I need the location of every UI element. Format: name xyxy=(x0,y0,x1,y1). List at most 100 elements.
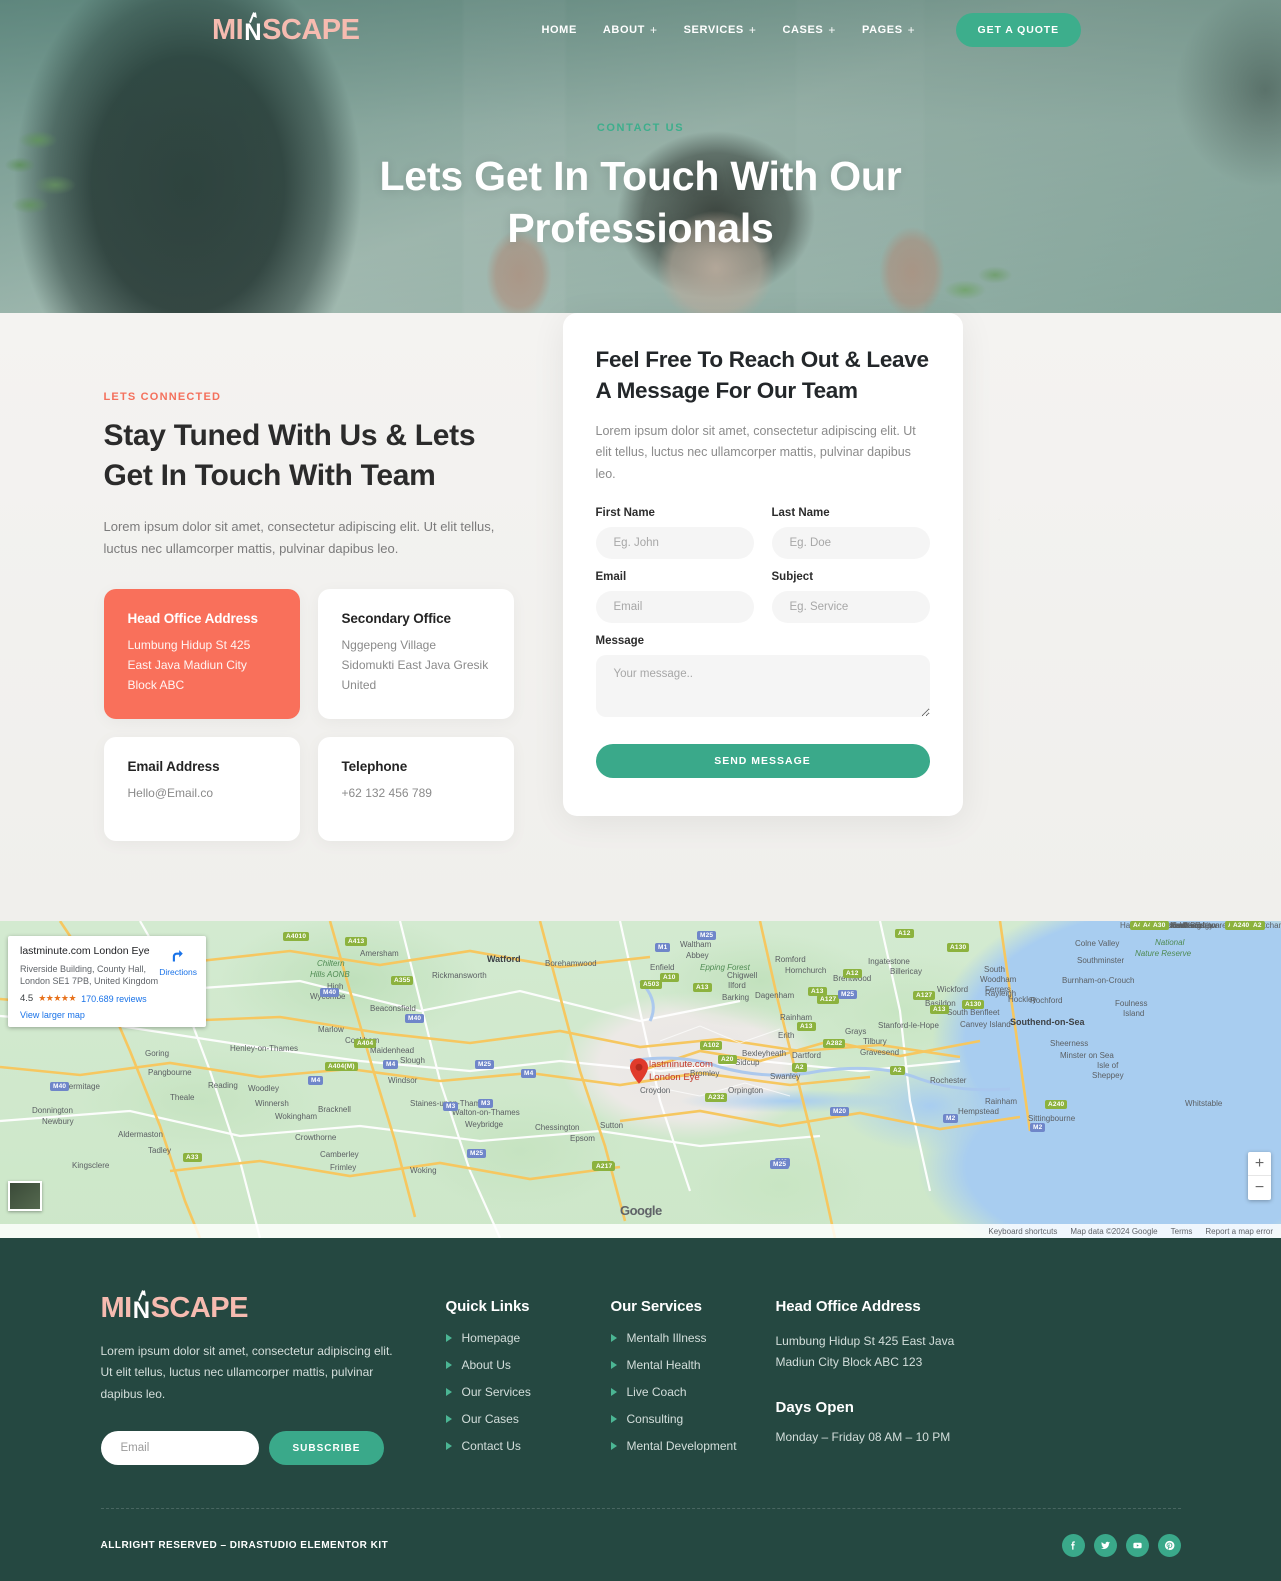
card-text: Lumbung Hidup St 425 East Java Madiun Ci… xyxy=(127,637,251,692)
caret-right-icon xyxy=(610,1388,617,1396)
footer-service-mental-development[interactable]: Mental Development xyxy=(610,1439,776,1453)
map-place-label: Croydon xyxy=(640,1086,671,1095)
get-a-quote-button[interactable]: GET A QUOTE xyxy=(955,13,1081,47)
facebook-icon xyxy=(1070,1540,1075,1550)
map-place-label: Hornchurch xyxy=(785,966,827,975)
card-title: Email Address xyxy=(127,758,220,774)
first-name-input[interactable] xyxy=(595,527,754,560)
directions-button[interactable]: Directions xyxy=(159,948,197,977)
logo-text-part2: SCAPE xyxy=(262,13,360,46)
social-youtube[interactable] xyxy=(1125,1533,1149,1557)
twitter-icon xyxy=(1100,1541,1110,1549)
card-text: +62 132 456 789 xyxy=(341,785,432,800)
nav-item-cases[interactable]: CASES + xyxy=(782,23,836,37)
map-place-label: Erith xyxy=(778,1031,795,1040)
footer-service-consulting[interactable]: Consulting xyxy=(610,1412,776,1426)
map-place-label: Hempstead xyxy=(958,1107,999,1116)
keyboard-shortcuts-link[interactable]: Keyboard shortcuts xyxy=(988,1227,1057,1236)
nav-item-about[interactable]: ABOUT + xyxy=(603,23,658,37)
nav-item-home[interactable]: HOME xyxy=(541,24,576,36)
subscribe-button[interactable]: SUBSCRIBE xyxy=(268,1431,385,1466)
map-road-shield: M25 xyxy=(467,1149,487,1158)
social-twitter[interactable] xyxy=(1093,1533,1117,1557)
map-place-label: Whitstable xyxy=(1185,1099,1223,1108)
map-road-shield: M2 xyxy=(1030,1123,1046,1132)
map-place-label: Ilford xyxy=(728,981,746,990)
map-place-label: Orpington xyxy=(728,1086,764,1095)
map-marker-icon[interactable] xyxy=(630,1058,648,1084)
map-place-label: Nature Reserve xyxy=(1135,949,1192,958)
card-text: Nggepeng Village Sidomukti East Java Gre… xyxy=(341,637,489,692)
link-label: Live Coach xyxy=(626,1385,687,1399)
footer-days-text: Monday – Friday 08 AM – 10 PM xyxy=(775,1430,951,1444)
link-label: Mental Health xyxy=(626,1358,701,1372)
map-place-label: Tadley xyxy=(148,1146,172,1155)
subject-input[interactable] xyxy=(771,591,930,624)
map-place-label: Isle of xyxy=(1097,1061,1119,1070)
reviews-count[interactable]: 170.689 reviews xyxy=(81,994,147,1004)
footer-quick-links-column: Quick Links Homepage About Us Our Servic… xyxy=(445,1294,611,1466)
map-canvas[interactable]: Amersham Watford Borehamwood Enfield Waltham… xyxy=(0,921,1281,1238)
view-larger-map-link[interactable]: View larger map xyxy=(20,1010,196,1020)
report-error-link[interactable]: Report a map error xyxy=(1205,1227,1273,1236)
infocard-rating-row: 4.5 ★★★★★ 170.689 reviews xyxy=(20,993,196,1004)
map-place-label: Bexleyheath xyxy=(742,1049,787,1058)
contact-form-card: Feel Free To Reach Out & Leave A Message… xyxy=(562,313,963,817)
footer-service-live-coach[interactable]: Live Coach xyxy=(610,1385,776,1399)
social-pinterest[interactable] xyxy=(1157,1533,1181,1557)
footer-service-mental-illness[interactable]: Mentalh Illness xyxy=(610,1331,776,1345)
link-label: Our Cases xyxy=(461,1412,519,1426)
contact-eyebrow: LETS CONNECTED xyxy=(103,391,222,403)
map-place-label: Sutton xyxy=(600,1121,624,1130)
message-textarea[interactable] xyxy=(595,655,930,718)
last-name-input[interactable] xyxy=(771,527,930,560)
zoom-in-button[interactable]: + xyxy=(1248,1152,1271,1176)
form-title: Feel Free To Reach Out & Leave A Message… xyxy=(595,347,930,403)
map-road-shield: A240 xyxy=(1045,1100,1068,1109)
map-place-label: Tilbury xyxy=(863,1037,887,1046)
footer-service-mental-health[interactable]: Mental Health xyxy=(610,1358,776,1372)
logo-arrow-n-icon: N xyxy=(244,18,262,46)
hero-text-block: CONTACT US Lets Get In Touch With Our Pr… xyxy=(0,122,1281,255)
footer-link-homepage[interactable]: Homepage xyxy=(445,1331,611,1345)
footer-logo[interactable]: MI N SCAPE xyxy=(101,1294,446,1323)
newsletter-email-input[interactable] xyxy=(100,1431,259,1466)
nav-item-pages[interactable]: PAGES + xyxy=(862,23,915,37)
nav-item-services[interactable]: SERVICES + xyxy=(684,23,757,37)
link-label: Contact Us xyxy=(461,1439,521,1453)
footer-logo-part2: SCAPE xyxy=(150,1292,249,1324)
map-place-label: Southminster xyxy=(1077,956,1125,965)
map-section[interactable]: Amersham Watford Borehamwood Enfield Waltham… xyxy=(0,921,1281,1238)
social-facebook[interactable] xyxy=(1061,1533,1085,1557)
zoom-out-button[interactable]: − xyxy=(1248,1176,1271,1200)
footer-link-our-cases[interactable]: Our Cases xyxy=(445,1412,611,1426)
map-place-label: Rickmansworth xyxy=(432,971,487,980)
map-place-label: Bracknell xyxy=(318,1105,351,1114)
map-place-infocard: lastminute.com London Eye Riverside Buil… xyxy=(8,936,206,1028)
field-last-name: Last Name xyxy=(771,507,930,560)
email-input[interactable] xyxy=(595,591,754,624)
map-place-label: Burnham-on-Crouch xyxy=(1062,976,1135,985)
site-logo[interactable]: MI N SCAPE xyxy=(212,13,360,46)
footer-link-our-services[interactable]: Our Services xyxy=(445,1385,611,1399)
map-place-label: lastminute.com London Eye xyxy=(649,1059,713,1085)
send-message-button[interactable]: SEND MESSAGE xyxy=(595,744,930,779)
map-place-label: Wickford xyxy=(937,985,969,994)
map-place-label: Billericay xyxy=(890,967,923,976)
map-road-shield: A130 xyxy=(962,1000,985,1009)
logo-text-part1: MI xyxy=(212,13,244,46)
map-road-shield: M4 xyxy=(308,1076,324,1085)
map-place-label: Weybridge xyxy=(465,1120,504,1129)
map-place-label: Wokingham xyxy=(275,1112,318,1121)
map-satellite-thumbnail[interactable] xyxy=(8,1181,42,1211)
footer-bottom-bar: ALLRIGHT RESERVED – DIRASTUDIO ELEMENTOR… xyxy=(101,1509,1181,1581)
label-message: Message xyxy=(595,635,645,648)
terms-link[interactable]: Terms xyxy=(1171,1227,1193,1236)
label-subject: Subject xyxy=(771,571,814,584)
map-place-label: Beaconsfield xyxy=(370,1004,416,1013)
copyright-text: ALLRIGHT RESERVED – DIRASTUDIO ELEMENTOR… xyxy=(100,1539,389,1551)
footer-link-contact-us[interactable]: Contact Us xyxy=(445,1439,611,1453)
map-road-shield: A130 xyxy=(947,943,970,952)
contact-cards: Head Office Address Lumbung Hidup St 425… xyxy=(103,588,571,841)
footer-link-about-us[interactable]: About Us xyxy=(445,1358,611,1372)
